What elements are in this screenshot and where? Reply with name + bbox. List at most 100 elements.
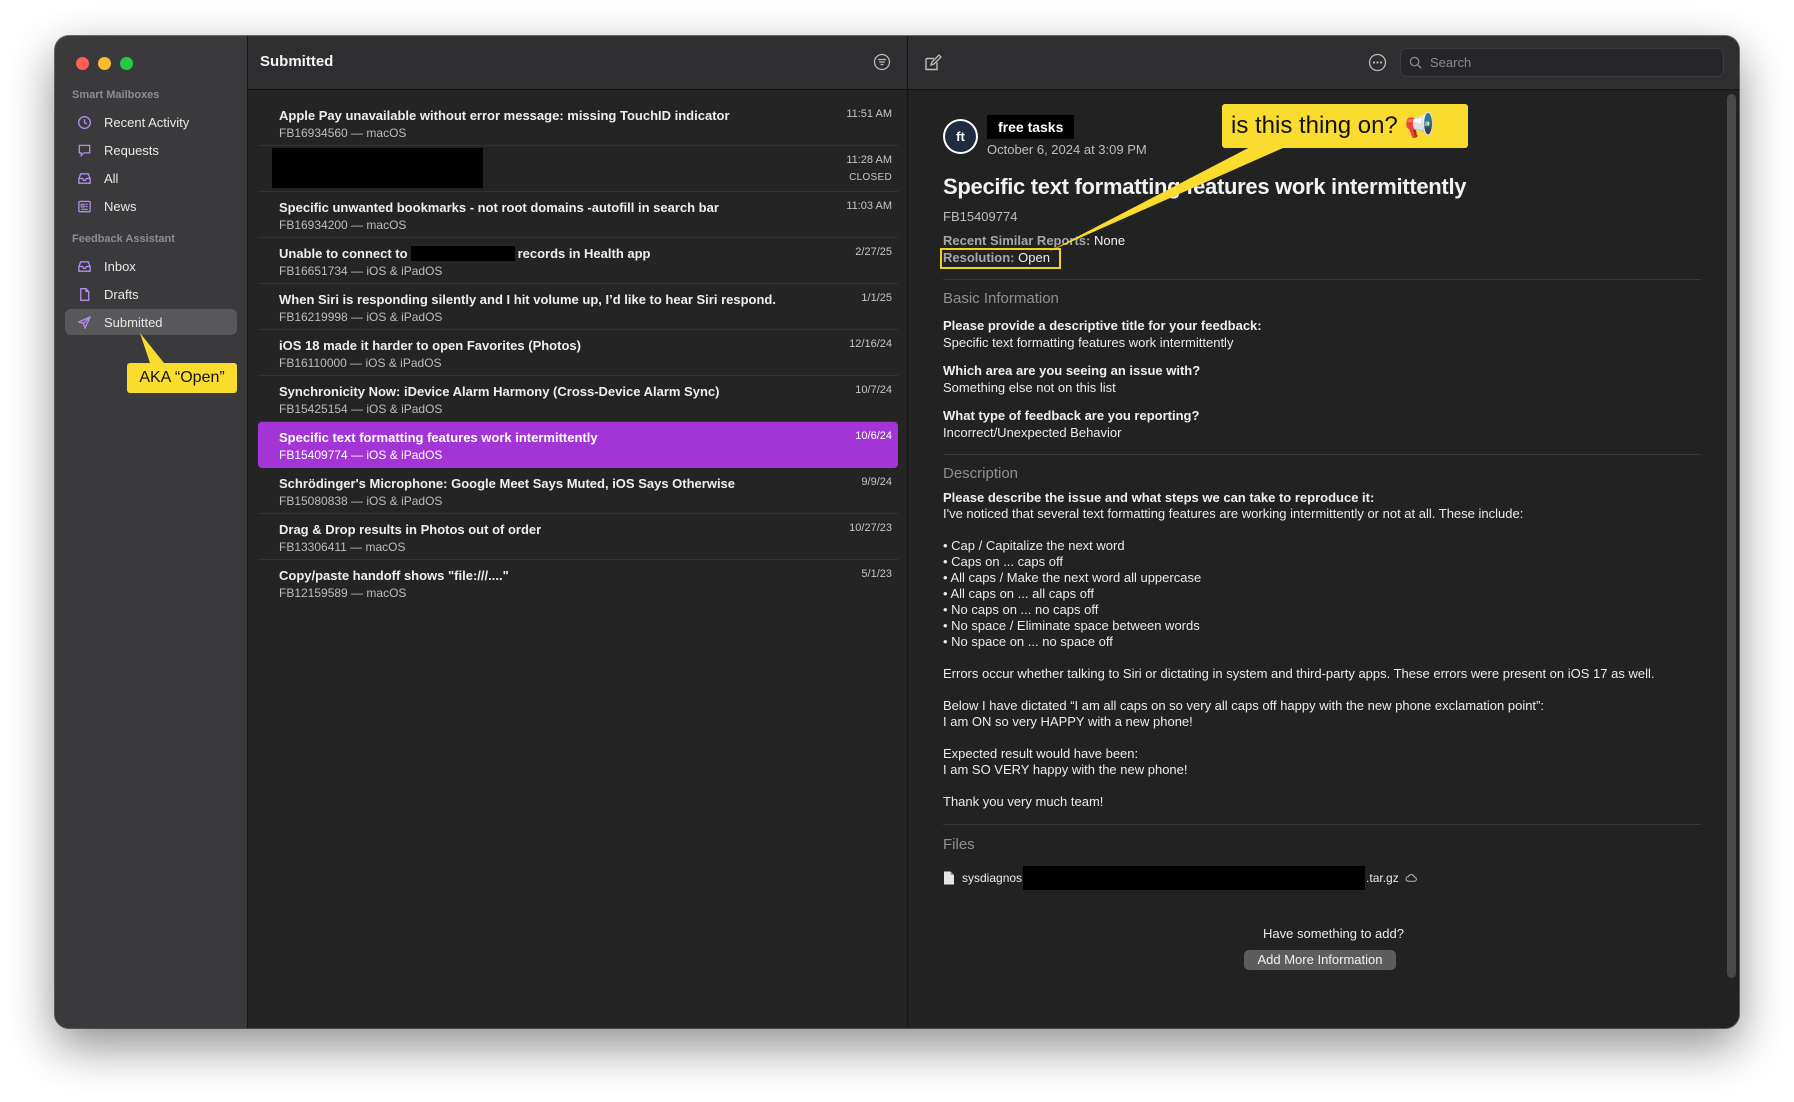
add-more-information-button[interactable]: Add More Information — [1244, 950, 1396, 970]
description-line: Errors occur whether talking to Siri or … — [943, 666, 1655, 681]
aka-open-callout: AKA “Open” — [127, 363, 237, 393]
more-options-icon[interactable] — [1368, 53, 1387, 72]
paper-plane-icon — [77, 315, 92, 330]
avatar: ft — [943, 119, 978, 154]
similar-reports: Recent Similar Reports: None — [943, 233, 1125, 248]
tray-icon — [77, 259, 92, 274]
description-line: I've noticed that several text formattin… — [943, 506, 1524, 521]
sidebar-item-submitted[interactable]: Submitted — [65, 309, 237, 335]
answer-title: Specific text formatting features work i… — [943, 335, 1234, 350]
description-line: • All caps on ... all caps off — [943, 586, 1095, 601]
attachment-file[interactable]: sysdiagnos .tar.gz — [943, 866, 1424, 890]
item-subtitle: FB16934200 — macOS — [279, 218, 407, 232]
description-heading: Description — [943, 465, 1019, 482]
list-title: Submitted — [260, 53, 334, 70]
sidebar-item-requests[interactable]: Requests — [65, 137, 237, 163]
clock-icon — [77, 115, 92, 130]
item-title: Specific unwanted bookmarks - not root d… — [279, 200, 719, 215]
sidebar-item-all[interactable]: All — [65, 165, 237, 191]
sidebar-item-label: Inbox — [104, 258, 136, 274]
zoom-window-button[interactable] — [120, 57, 133, 70]
answer-area: Something else not on this list — [943, 380, 1116, 395]
search-field[interactable] — [1400, 48, 1724, 77]
sidebar-item-news[interactable]: News — [65, 193, 237, 219]
item-title: Copy/paste handoff shows "file:///...." — [279, 568, 509, 583]
item-date: 12/16/24 — [849, 338, 892, 350]
sidebar-item-inbox[interactable]: Inbox — [65, 253, 237, 279]
description-line: • Cap / Capitalize the next word — [943, 538, 1125, 553]
list-item[interactable]: Synchronicity Now: iDevice Alarm Harmony… — [258, 376, 898, 422]
description-line: Below I have dictated “I am all caps on … — [943, 698, 1544, 713]
feedback-list: Apple Pay unavailable without error mess… — [258, 100, 898, 606]
description-line: • Caps on ... caps off — [943, 554, 1063, 569]
item-subtitle: FB16651734 — iOS & iPadOS — [279, 264, 443, 278]
question-type: What type of feedback are you reporting? — [943, 408, 1200, 423]
item-date: 10/27/23 — [849, 522, 892, 534]
item-subtitle: FB15080838 — iOS & iPadOS — [279, 494, 443, 508]
item-title: Specific text formatting features work i… — [279, 430, 598, 445]
description-line: I am SO VERY happy with the new phone! — [943, 762, 1188, 777]
item-date: 11:03 AM — [846, 200, 892, 212]
basic-information-heading: Basic Information — [943, 290, 1059, 307]
question-title: Please provide a descriptive title for y… — [943, 318, 1262, 333]
item-subtitle: FB16219998 — iOS & iPadOS — [279, 310, 443, 324]
list-item[interactable]: iOS 18 made it harder to open Favorites … — [258, 330, 898, 376]
sidebar-item-drafts[interactable]: Drafts — [65, 281, 237, 307]
item-date: 10/7/24 — [855, 384, 892, 396]
list-item[interactable]: Drag & Drop results in Photos out of ord… — [258, 514, 898, 560]
sidebar: Smart Mailboxes Recent Activity Requests… — [55, 36, 248, 1028]
compose-icon[interactable] — [923, 53, 943, 73]
files-heading: Files — [943, 836, 975, 853]
list-item[interactable]: Copy/paste handoff shows "file:///...." … — [258, 560, 898, 606]
question-description: Please describe the issue and what steps… — [943, 490, 1375, 505]
list-item[interactable]: Schrödinger's Microphone: Google Meet Sa… — [258, 468, 898, 514]
description-line — [943, 522, 1713, 538]
description-line: Expected result would have been: — [943, 746, 1139, 761]
list-item[interactable]: 11:28 AM CLOSED — [258, 146, 898, 192]
detail-scrollbar[interactable] — [1727, 94, 1736, 978]
feedback-detail-pane: ft free tasks October 6, 2024 at 3:09 PM… — [908, 36, 1739, 1028]
list-item[interactable]: Apple Pay unavailable without error mess… — [258, 100, 898, 146]
item-title: Apple Pay unavailable without error mess… — [279, 108, 730, 123]
document-icon — [77, 287, 92, 302]
list-item[interactable]: When Siri is responding silently and I h… — [258, 284, 898, 330]
filter-icon[interactable] — [873, 53, 891, 71]
smart-mailboxes-heading: Smart Mailboxes — [72, 89, 160, 101]
divider — [943, 824, 1701, 825]
divider — [943, 454, 1701, 455]
cloud-download-icon[interactable] — [1405, 871, 1417, 885]
list-header: Submitted — [248, 36, 907, 90]
item-date: 9/9/24 — [861, 476, 892, 488]
sidebar-item-label: All — [104, 170, 119, 186]
close-window-button[interactable] — [76, 57, 89, 70]
item-title: When Siri is responding silently and I h… — [279, 292, 776, 307]
description-line: • No space / Eliminate space between wor… — [943, 618, 1200, 633]
sidebar-item-recent-activity[interactable]: Recent Activity — [65, 109, 237, 135]
item-title: Schrödinger's Microphone: Google Meet Sa… — [279, 476, 736, 491]
is-this-thing-on-callout: is this thing on? 📢 — [1222, 104, 1468, 148]
redacted-block — [410, 246, 515, 261]
resolution-highlight-box — [940, 248, 1061, 269]
search-input[interactable] — [1430, 55, 1710, 70]
search-icon — [1409, 56, 1422, 69]
description-line: • No caps on ... no caps off — [943, 602, 1099, 617]
list-item-selected[interactable]: Specific text formatting features work i… — [258, 422, 898, 468]
list-item[interactable]: Unable to connect to records in Health ap… — [258, 238, 898, 284]
item-date: 11:51 AM — [846, 108, 892, 120]
description-line — [943, 730, 1713, 746]
feedback-assistant-heading: Feedback Assistant — [72, 233, 175, 245]
item-date: 11:28 AM — [846, 154, 892, 166]
item-title: Drag & Drop results in Photos out of ord… — [279, 522, 542, 537]
redacted-block — [1023, 866, 1366, 890]
description-line: I am ON so very HAPPY with a new phone! — [943, 714, 1193, 729]
item-subtitle: FB15409774 — iOS & iPadOS — [279, 448, 443, 462]
minimize-window-button[interactable] — [98, 57, 111, 70]
description-line: • All caps / Make the next word all uppe… — [943, 570, 1202, 585]
add-more-prompt: Have something to add? — [1263, 926, 1404, 941]
similar-reports-value: None — [1094, 233, 1126, 248]
speech-bubble-icon — [77, 143, 92, 158]
list-item[interactable]: Specific unwanted bookmarks - not root d… — [258, 192, 898, 238]
redacted-block — [272, 148, 483, 188]
sidebar-item-label: News — [104, 198, 137, 214]
description-line: Thank you very much team! — [943, 794, 1104, 809]
